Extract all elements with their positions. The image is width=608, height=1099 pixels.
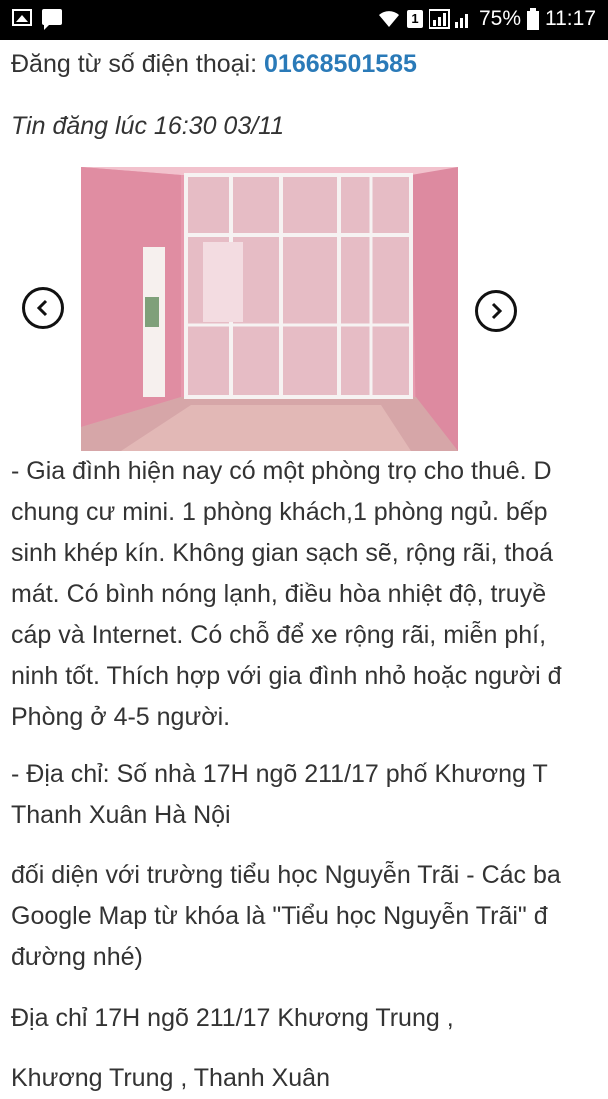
signal-icon: [428, 8, 473, 30]
battery-icon: [527, 8, 539, 30]
directions-line: Google Map từ khóa là "Tiểu học Nguyễn T…: [11, 902, 548, 930]
description-line: ninh tốt. Thích hợp với gia đình nhỏ hoặ…: [11, 662, 562, 690]
status-bar: 1 75% 11:17: [0, 0, 608, 40]
previous-photo-button[interactable]: [22, 287, 64, 329]
address-line: Thanh Xuân Hà Nội: [11, 801, 231, 829]
description-line: cáp và Internet. Có chỗ để xe rộng rãi, …: [11, 621, 547, 649]
system-status: 1 75% 11:17: [377, 7, 596, 31]
gallery-icon: [12, 9, 32, 26]
phone-number-link[interactable]: 01668501585: [264, 50, 417, 78]
wifi-icon: [377, 9, 401, 29]
sim-badge: 1: [406, 10, 423, 28]
address-paragraph: - Địa chỉ: Số nhà 17H ngõ 211/17 phố Khư…: [11, 754, 548, 836]
chevron-left-icon: [36, 299, 48, 317]
address-secondary: Địa chỉ 17H ngõ 211/17 Khương Trung ,: [11, 1004, 454, 1032]
description-line: sinh khép kín. Không gian sạch sẽ, rộng …: [11, 539, 554, 567]
address-tertiary: Khương Trung , Thanh Xuân: [11, 1064, 330, 1092]
directions-line: đối diện với trường tiểu học Nguyễn Trãi…: [11, 861, 561, 889]
address-line: - Địa chỉ: Số nhà 17H ngõ 211/17 phố Khư…: [11, 760, 548, 788]
description-line: - Gia đình hiện nay có một phòng trọ cho…: [11, 457, 552, 485]
description-paragraph: - Gia đình hiện nay có một phòng trọ cho…: [11, 451, 562, 738]
directions-paragraph: đối diện với trường tiểu học Nguyễn Trãi…: [11, 855, 561, 978]
chevron-right-icon: [491, 302, 503, 320]
battery-percent: 75%: [478, 7, 521, 30]
room-photo[interactable]: [81, 167, 458, 451]
clock: 11:17: [545, 7, 596, 30]
directions-line: đường nhé): [11, 943, 143, 971]
notification-icons: [12, 9, 62, 30]
description-line: chung cư mini. 1 phòng khách,1 phòng ngủ…: [11, 498, 548, 526]
posted-time: Tin đăng lúc 16:30 03/11: [11, 112, 285, 140]
description-line: mát. Có bình nóng lạnh, điều hòa nhiệt đ…: [11, 580, 547, 608]
phone-label: Đăng từ số điện thoại:: [11, 50, 265, 78]
posted-phone-line: Đăng từ số điện thoại: 01668501585: [11, 50, 417, 79]
message-icon: [42, 9, 62, 30]
description-line: Phòng ở 4-5 người.: [11, 703, 231, 731]
next-photo-button[interactable]: [475, 290, 517, 332]
